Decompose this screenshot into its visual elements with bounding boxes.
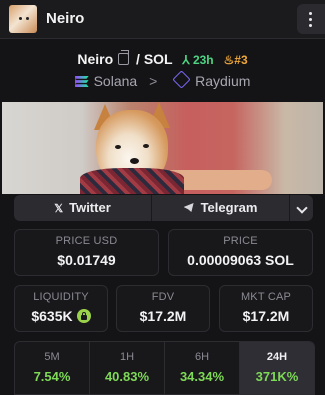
pair-quote: SOL (143, 51, 173, 67)
banner-dog-eye (115, 145, 121, 149)
chain-network[interactable]: Solana (94, 73, 138, 89)
pair-separator: / (136, 51, 140, 67)
fdv-value: $17.2M (139, 308, 187, 324)
chain-dex[interactable]: Raydium (195, 73, 250, 89)
banner-dog-eye (143, 144, 149, 148)
tab-5m[interactable]: 5M 7.54% (15, 342, 90, 394)
tab-6h[interactable]: 6H 34.34% (165, 342, 240, 394)
tab-label: 5M (44, 351, 60, 363)
token-banner-image (2, 102, 323, 194)
market-cap-card: MKT CAP $17.2M (219, 285, 313, 332)
token-avatar[interactable] (9, 5, 37, 33)
app-title: Neiro (46, 10, 85, 27)
telegram-button[interactable]: Telegram (152, 195, 290, 221)
chevron-right-icon: > (149, 73, 158, 89)
trending-rank: ♨#3 (224, 53, 248, 67)
telegram-icon (183, 203, 194, 212)
tab-label: 1H (119, 351, 135, 363)
pair-age-value: 23h (192, 53, 214, 67)
twitter-label: Twitter (69, 200, 111, 215)
tab-label: 24H (266, 351, 288, 363)
tab-24h[interactable]: 24H 371K% (240, 342, 314, 394)
more-links-button[interactable] (290, 195, 313, 221)
price-usd-value: $0.01749 (57, 252, 116, 268)
pair-base: Neiro (77, 51, 114, 67)
trending-rank-value: #3 (234, 53, 248, 67)
market-cap-label: MKT CAP (240, 291, 292, 303)
solana-icon (74, 76, 89, 87)
price-native-card: PRICE 0.00009063 SOL (168, 229, 313, 276)
liquidity-value: $635K (31, 308, 73, 324)
tab-change: 371K% (255, 369, 299, 384)
chevron-down-icon (295, 202, 308, 214)
banner-scarf (80, 168, 184, 194)
tab-change: 7.54% (33, 369, 71, 384)
chain-breadcrumb: Solana > Raydium (0, 70, 325, 89)
tab-1h[interactable]: 1H 40.83% (90, 342, 165, 394)
copy-icon[interactable] (118, 50, 130, 65)
tab-change: 40.83% (104, 369, 150, 384)
social-links: 𝕏 Twitter Telegram (14, 195, 313, 221)
fdv-card: FDV $17.2M (116, 285, 210, 332)
avatar-eye (19, 17, 22, 20)
price-usd-card: PRICE USD $0.01749 (14, 229, 159, 276)
telegram-label: Telegram (200, 200, 258, 215)
market-cap-value: $17.2M (242, 308, 290, 324)
price-usd-label: PRICE USD (55, 235, 118, 247)
tab-label: 6H (194, 351, 210, 363)
fdv-label: FDV (151, 291, 175, 303)
banner-dog-nose (130, 158, 139, 164)
liquidity-value-row: $635K (15, 308, 107, 324)
twitter-button[interactable]: 𝕏 Twitter (14, 195, 152, 221)
top-bar: Neiro (0, 0, 325, 39)
lock-icon[interactable] (76, 309, 91, 323)
raydium-icon (172, 70, 191, 89)
liquidity-card: LIQUIDITY $635K (14, 285, 108, 332)
tab-change: 34.34% (179, 369, 225, 384)
kebab-menu-icon[interactable] (297, 4, 325, 34)
timeframe-tabs: 5M 7.54% 1H 40.83% 6H 34.34% 24H 371K% (14, 341, 315, 395)
avatar-eye (26, 17, 29, 20)
x-logo-icon: 𝕏 (54, 203, 64, 215)
pair-age: ⅄ 23h (182, 53, 213, 67)
liquidity-label: LIQUIDITY (33, 291, 89, 303)
pair-title: Neiro / SOL ⅄ 23h ♨#3 (0, 50, 325, 67)
flame-icon: ♨ (223, 53, 235, 67)
price-native-value: 0.00009063 SOL (187, 252, 294, 268)
price-native-label: PRICE (223, 235, 258, 247)
seedling-icon: ⅄ (182, 53, 190, 67)
